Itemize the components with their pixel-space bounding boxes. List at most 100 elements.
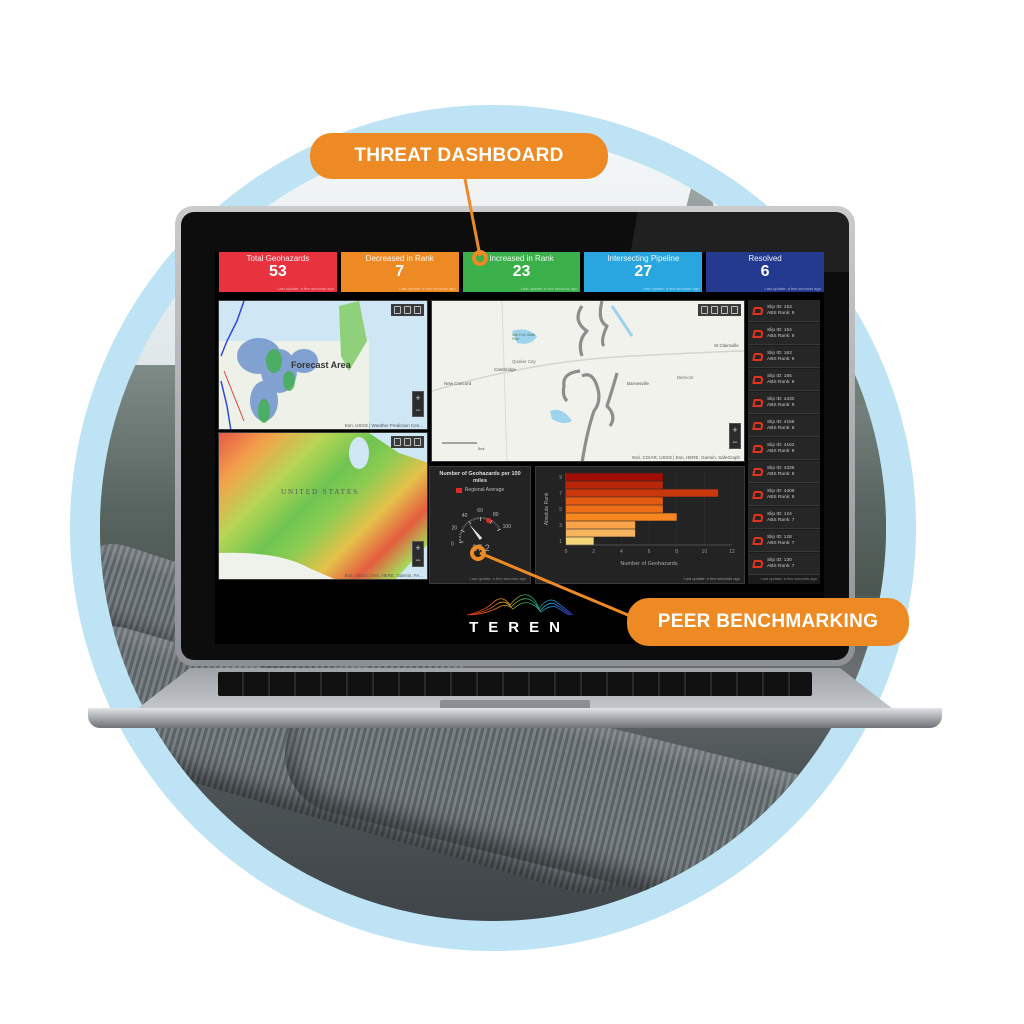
map-attribution: Esri, CGIAR, USGS | Esri, HERE, Garmin, …: [632, 455, 740, 460]
slip-list-item[interactable]: Slip ID: 153 ABS Rank: 9: [748, 300, 820, 322]
slip-rank: ABS Rank: 7: [767, 563, 795, 569]
kpi-card-intersecting[interactable]: Intersecting Pipeline 27 Last update: a …: [584, 252, 703, 292]
peer-benchmarking-marker: [470, 545, 486, 561]
legend-icon[interactable]: [404, 438, 411, 446]
country-label: UNITED STATES: [281, 488, 360, 496]
slip-polygon-icon: [752, 375, 764, 384]
dashboard-screen: Total Geohazards 53 Last update: a few s…: [215, 252, 824, 644]
layers-icon[interactable]: [414, 438, 421, 446]
layers-icon[interactable]: [414, 306, 421, 314]
y-tick-label: 5: [559, 507, 562, 513]
zoom-out-button[interactable]: −: [413, 404, 423, 416]
zoom-in-button[interactable]: +: [413, 392, 423, 404]
slip-list-item[interactable]: Slip ID: 154 ABS Rank: 9: [748, 323, 820, 345]
zoom-in-button[interactable]: +: [413, 542, 423, 554]
slip-list-item[interactable]: Slip ID: 128 ABS Rank: 7: [748, 530, 820, 552]
zoom-control: + −: [412, 391, 424, 417]
slip-id: Slip ID: 128: [767, 534, 792, 540]
place-label: Cambridge: [494, 367, 517, 372]
x-axis-label: Number of Geohazards: [620, 561, 677, 567]
slip-polygon-icon: [752, 352, 764, 361]
slip-id: Slip ID: 154: [767, 327, 792, 333]
y-tick-label: 3: [559, 523, 562, 529]
gauge-tick: [464, 523, 467, 526]
gauge-tick: [469, 519, 472, 522]
gauge-tick: [494, 522, 497, 525]
slip-rank: ABS Rank: 7: [767, 540, 795, 546]
slip-rank: ABS Rank: 8: [767, 425, 795, 431]
zoom-out-button[interactable]: −: [730, 436, 740, 448]
slip-id: Slip ID: 185: [767, 373, 792, 379]
slip-polygon-icon: [752, 398, 764, 407]
gauge-tick: [492, 520, 494, 523]
slip-list-item[interactable]: Slip ID: 4162 ABS Rank: 8: [748, 438, 820, 460]
gauge-tick: [495, 523, 498, 526]
legend-icon[interactable]: [711, 306, 718, 314]
scale-label: 5mi: [478, 446, 485, 451]
home-icon[interactable]: [394, 438, 401, 446]
map-toolbar: [698, 304, 741, 316]
place-label: Barnesville: [627, 381, 650, 386]
threat-dashboard-callout: THREAT DASHBOARD: [310, 133, 608, 179]
gauge-tick-label: 100: [503, 524, 512, 530]
home-icon[interactable]: [701, 306, 708, 314]
slip-list-item[interactable]: Slip ID: 4156 ABS Rank: 8: [748, 415, 820, 437]
bar-rank-5: [566, 505, 663, 513]
slip-list-item[interactable]: Slip ID: 130 ABS Rank: 7: [748, 553, 820, 575]
gauge-tick: [460, 531, 463, 533]
pipeline-route: [561, 301, 619, 461]
gauge-tick: [496, 524, 499, 527]
x-tick-label: 0: [565, 549, 568, 555]
slip-id: Slip ID: 4162: [767, 442, 795, 448]
bar-rank-8: [566, 481, 663, 489]
slip-rank: ABS Rank: 7: [767, 517, 795, 523]
zoom-out-button[interactable]: −: [413, 554, 423, 566]
gauge-tick: [497, 526, 500, 528]
rank-bar-chart: 0 2 4 6 8 10 12 1 3 5 7 9 Number of Geohazards Absolu…: [544, 473, 735, 567]
geohazards-gauge-panel: Number of Geohazards per 100 miles Regio…: [429, 466, 531, 584]
slip-polygon-icon: [752, 421, 764, 430]
home-icon[interactable]: [394, 306, 401, 314]
place-label: Belmont: [677, 375, 694, 380]
slip-id: Slip ID: 124: [767, 511, 792, 517]
gauge-title: Number of Geohazards per 100 miles: [439, 471, 521, 484]
hazard-heat-map[interactable]: UNITED STATES + − Esri, USGS | Esri, HER…: [218, 432, 428, 580]
slip-list-item[interactable]: Slip ID: 4409 ABS Rank: 8: [748, 484, 820, 506]
gauge-tick-label: 80: [493, 512, 499, 518]
basemap-icon[interactable]: [731, 306, 738, 314]
kpi-cards: Total Geohazards 53 Last update: a few s…: [219, 252, 824, 292]
slip-rank: ABS Rank: 8: [767, 471, 795, 477]
kpi-value: 53: [269, 263, 287, 280]
slip-list: Slip ID: 153 ABS Rank: 9 Slip ID: 154 ABS R…: [748, 300, 820, 584]
slip-list-item[interactable]: Slip ID: 4430 ABS Rank: 9: [748, 392, 820, 414]
map-attribution: Esri, USGS | Esri, HERE, Garmin, FA...: [344, 573, 423, 578]
zoom-in-button[interactable]: +: [730, 424, 740, 436]
x-tick-label: 10: [702, 549, 708, 555]
forecast-area-label: Forecast Area: [291, 360, 351, 370]
slip-list-item[interactable]: Slip ID: 163 ABS Rank: 9: [748, 346, 820, 368]
gauge-tick: [474, 518, 476, 521]
bar-rank-1: [566, 537, 594, 545]
place-label: Salt Fork State Park: [512, 333, 536, 341]
kpi-value: 6: [760, 263, 770, 280]
y-axis-label: Absolute Rank: [544, 492, 550, 525]
legend-icon[interactable]: [404, 306, 411, 314]
map-attribution: Esri, USGS | Weather Prediction Cen...: [344, 423, 423, 428]
gauge-tick: [462, 526, 465, 528]
layers-icon[interactable]: [721, 306, 728, 314]
weather-map[interactable]: Forecast Area + − Esri, USGS | Weather P…: [218, 300, 428, 430]
slip-id: Slip ID: 163: [767, 350, 792, 356]
gauge-needle: [469, 524, 483, 541]
kpi-card-decreased[interactable]: Decreased in Rank 7 Last update: a few s…: [340, 252, 459, 292]
bar-rank-6: [566, 497, 663, 505]
slip-list-item[interactable]: Slip ID: 124 ABS Rank: 7: [748, 507, 820, 529]
gauge-tick: [471, 519, 473, 522]
kpi-card-total[interactable]: Total Geohazards 53 Last update: a few s…: [219, 252, 337, 292]
gauge-tick: [460, 529, 465, 533]
slip-list-item[interactable]: Slip ID: 4336 ABS Rank: 8: [748, 461, 820, 483]
slip-list-item[interactable]: Slip ID: 185 ABS Rank: 9: [748, 369, 820, 391]
gauge-tick: [466, 522, 468, 525]
kpi-card-resolved[interactable]: Resolved 6 Last update: a few seconds ag…: [706, 252, 824, 292]
pipeline-map[interactable]: New Concord Cambridge Salt Fork State Pa…: [431, 300, 745, 462]
slip-id: Slip ID: 4156: [767, 419, 795, 425]
